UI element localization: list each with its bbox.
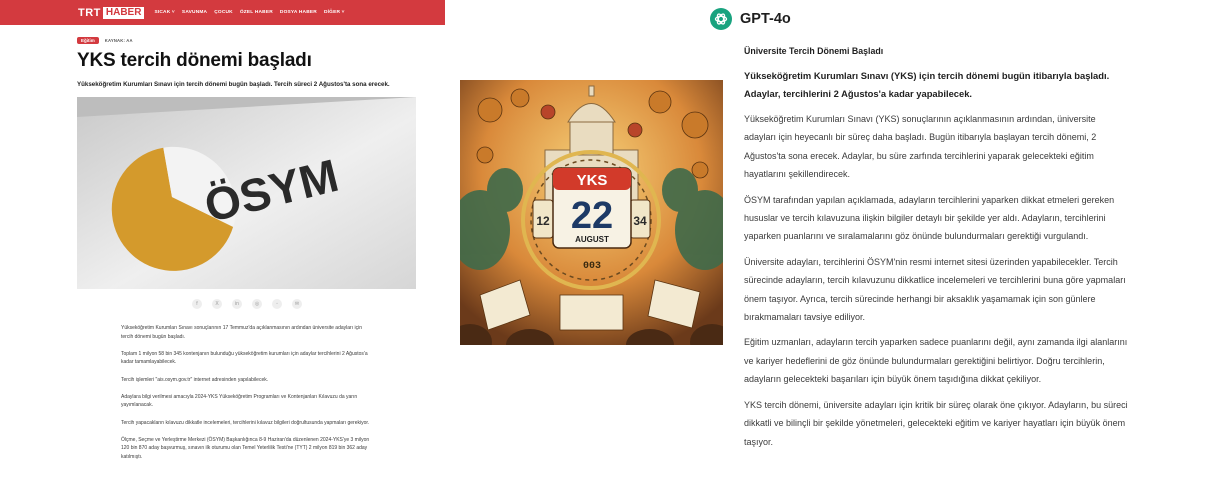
logo-haber-text: HABER — [102, 6, 145, 19]
response-paragraph: Üniversite adayları, tercihlerini ÖSYM'n… — [744, 256, 1126, 323]
calendar-yks-text: YKS — [577, 172, 608, 189]
body-paragraph: Tercih işlemleri "ais.osym.gov.tr" inter… — [121, 376, 269, 383]
share-buttons: f X in ◎ ◦ ✉ — [192, 299, 302, 309]
whatsapp-icon[interactable]: ◎ — [252, 299, 262, 309]
body-paragraph: Ölçme, Seçme ve Yerleştirme Merkezi (ÖSY… — [121, 436, 370, 460]
trt-haber-logo[interactable]: TRT HABER — [78, 6, 145, 20]
response-paragraph: ÖSYM tarafından yapılan açıklamada, aday… — [744, 194, 1115, 242]
article-body: Yükseköğretim Kurumları Sınavı sonuçları… — [121, 324, 371, 470]
article-title: YKS tercih dönemi başladı — [77, 50, 312, 71]
article-meta: Eğitim KAYNAK: AA — [77, 37, 133, 44]
linkedin-icon[interactable]: in — [232, 299, 242, 309]
body-paragraph: Adaylara bilgi verilmesi amacıyla 2024-Y… — [121, 393, 358, 409]
gpt-model-header: GPT-4o — [710, 8, 791, 30]
body-paragraph: Toplam 1 milyon 58 bin 345 kontenjanın b… — [121, 350, 368, 366]
nav-item-dosya-haber[interactable]: DOSYA HABER — [280, 10, 317, 15]
bottom-digits-text: 003 — [583, 261, 601, 272]
article-spot: Yükseköğretim Kurumları Sınavı için terc… — [77, 81, 390, 88]
model-name: GPT-4o — [740, 11, 791, 27]
response-lead: Yükseköğretim Kurumları Sınavı (YKS) içi… — [744, 70, 1110, 99]
generated-yks-illustration: 12 34 YKS 22 AUGUST 003 — [460, 80, 723, 345]
body-paragraph: Tercih yapacakların kılavuzu dikkatle in… — [121, 419, 370, 426]
email-icon[interactable]: ✉ — [292, 299, 302, 309]
nav-item-cocuk[interactable]: ÇOCUK — [214, 10, 233, 15]
telegram-icon[interactable]: ◦ — [272, 299, 282, 309]
response-paragraph: Eğitim uzmanları, adayların tercih yapar… — [744, 337, 1128, 385]
response-paragraph: YKS tercih dönemi, üniversite adayları i… — [744, 399, 1128, 447]
nav-item-diger[interactable]: DİĞER ˅ — [324, 10, 345, 15]
nav-item-ozel-haber[interactable]: ÖZEL HABER — [240, 10, 273, 15]
logo-trt-text: TRT — [78, 6, 101, 19]
openai-logo-icon — [710, 8, 732, 30]
response-paragraph: Yükseköğretim Kurumları Sınavı (YKS) son… — [744, 114, 1097, 180]
article-photo-osym: ÖSYM — [77, 97, 416, 289]
calendar-day-text: 22 — [571, 195, 613, 237]
response-heading: Üniversite Tercih Dönemi Başladı — [744, 46, 884, 56]
left-dial-digits: 12 — [536, 214, 550, 228]
article-source: KAYNAK: AA — [104, 38, 133, 43]
trt-header-bar: TRT HABER SICAK ˅ SAVUNMA ÇOCUK ÖZEL HAB… — [0, 0, 445, 25]
category-badge[interactable]: Eğitim — [77, 37, 99, 44]
nav-item-sicak[interactable]: SICAK ˅ — [154, 10, 174, 15]
trt-article-screenshot: TRT HABER SICAK ˅ SAVUNMA ÇOCUK ÖZEL HAB… — [0, 0, 445, 503]
right-dial-digits: 34 — [633, 214, 647, 228]
body-paragraph: Yükseköğretim Kurumları Sınavı sonuçları… — [121, 325, 362, 340]
x-icon[interactable]: X — [212, 299, 222, 309]
trt-nav-menu: SICAK ˅ SAVUNMA ÇOCUK ÖZEL HABER DOSYA H… — [154, 10, 344, 15]
calendar-month-text: AUGUST — [575, 235, 609, 244]
nav-item-savunma[interactable]: SAVUNMA — [182, 10, 207, 15]
facebook-icon[interactable]: f — [192, 299, 202, 309]
gpt-response: Üniversite Tercih Dönemi Başladı Yüksekö… — [744, 46, 1129, 458]
